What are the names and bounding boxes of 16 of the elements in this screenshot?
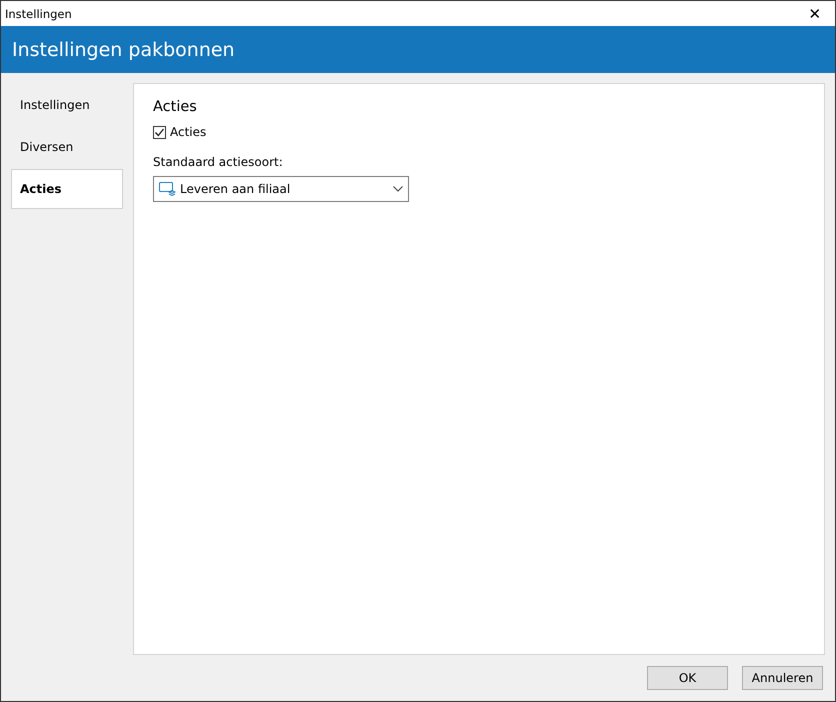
dialog-button[interactable]: Annuleren [742,666,823,690]
close-button[interactable]: ✕ [795,1,835,26]
section-title: Acties [153,99,197,115]
sidebar-item[interactable]: Acties [11,169,123,209]
header-title: Instellingen pakbonnen [12,38,235,60]
sidebar-item[interactable]: Diversen [11,127,123,167]
monitor-icon [159,182,176,196]
checkbox-label: Acties [170,125,206,139]
dropdown-value: Leveren aan filiaal [180,182,292,196]
field-label: Standaard actiesoort: [153,155,283,169]
window-title: Instellingen [4,6,72,20]
dialog-button[interactable]: OK [647,666,728,690]
chevron-icon [393,186,403,192]
dropdown[interactable]: Leveren aan filiaal [153,176,409,202]
checkbox[interactable] [153,126,166,138]
sidebar-item[interactable]: Instellingen [11,85,123,125]
